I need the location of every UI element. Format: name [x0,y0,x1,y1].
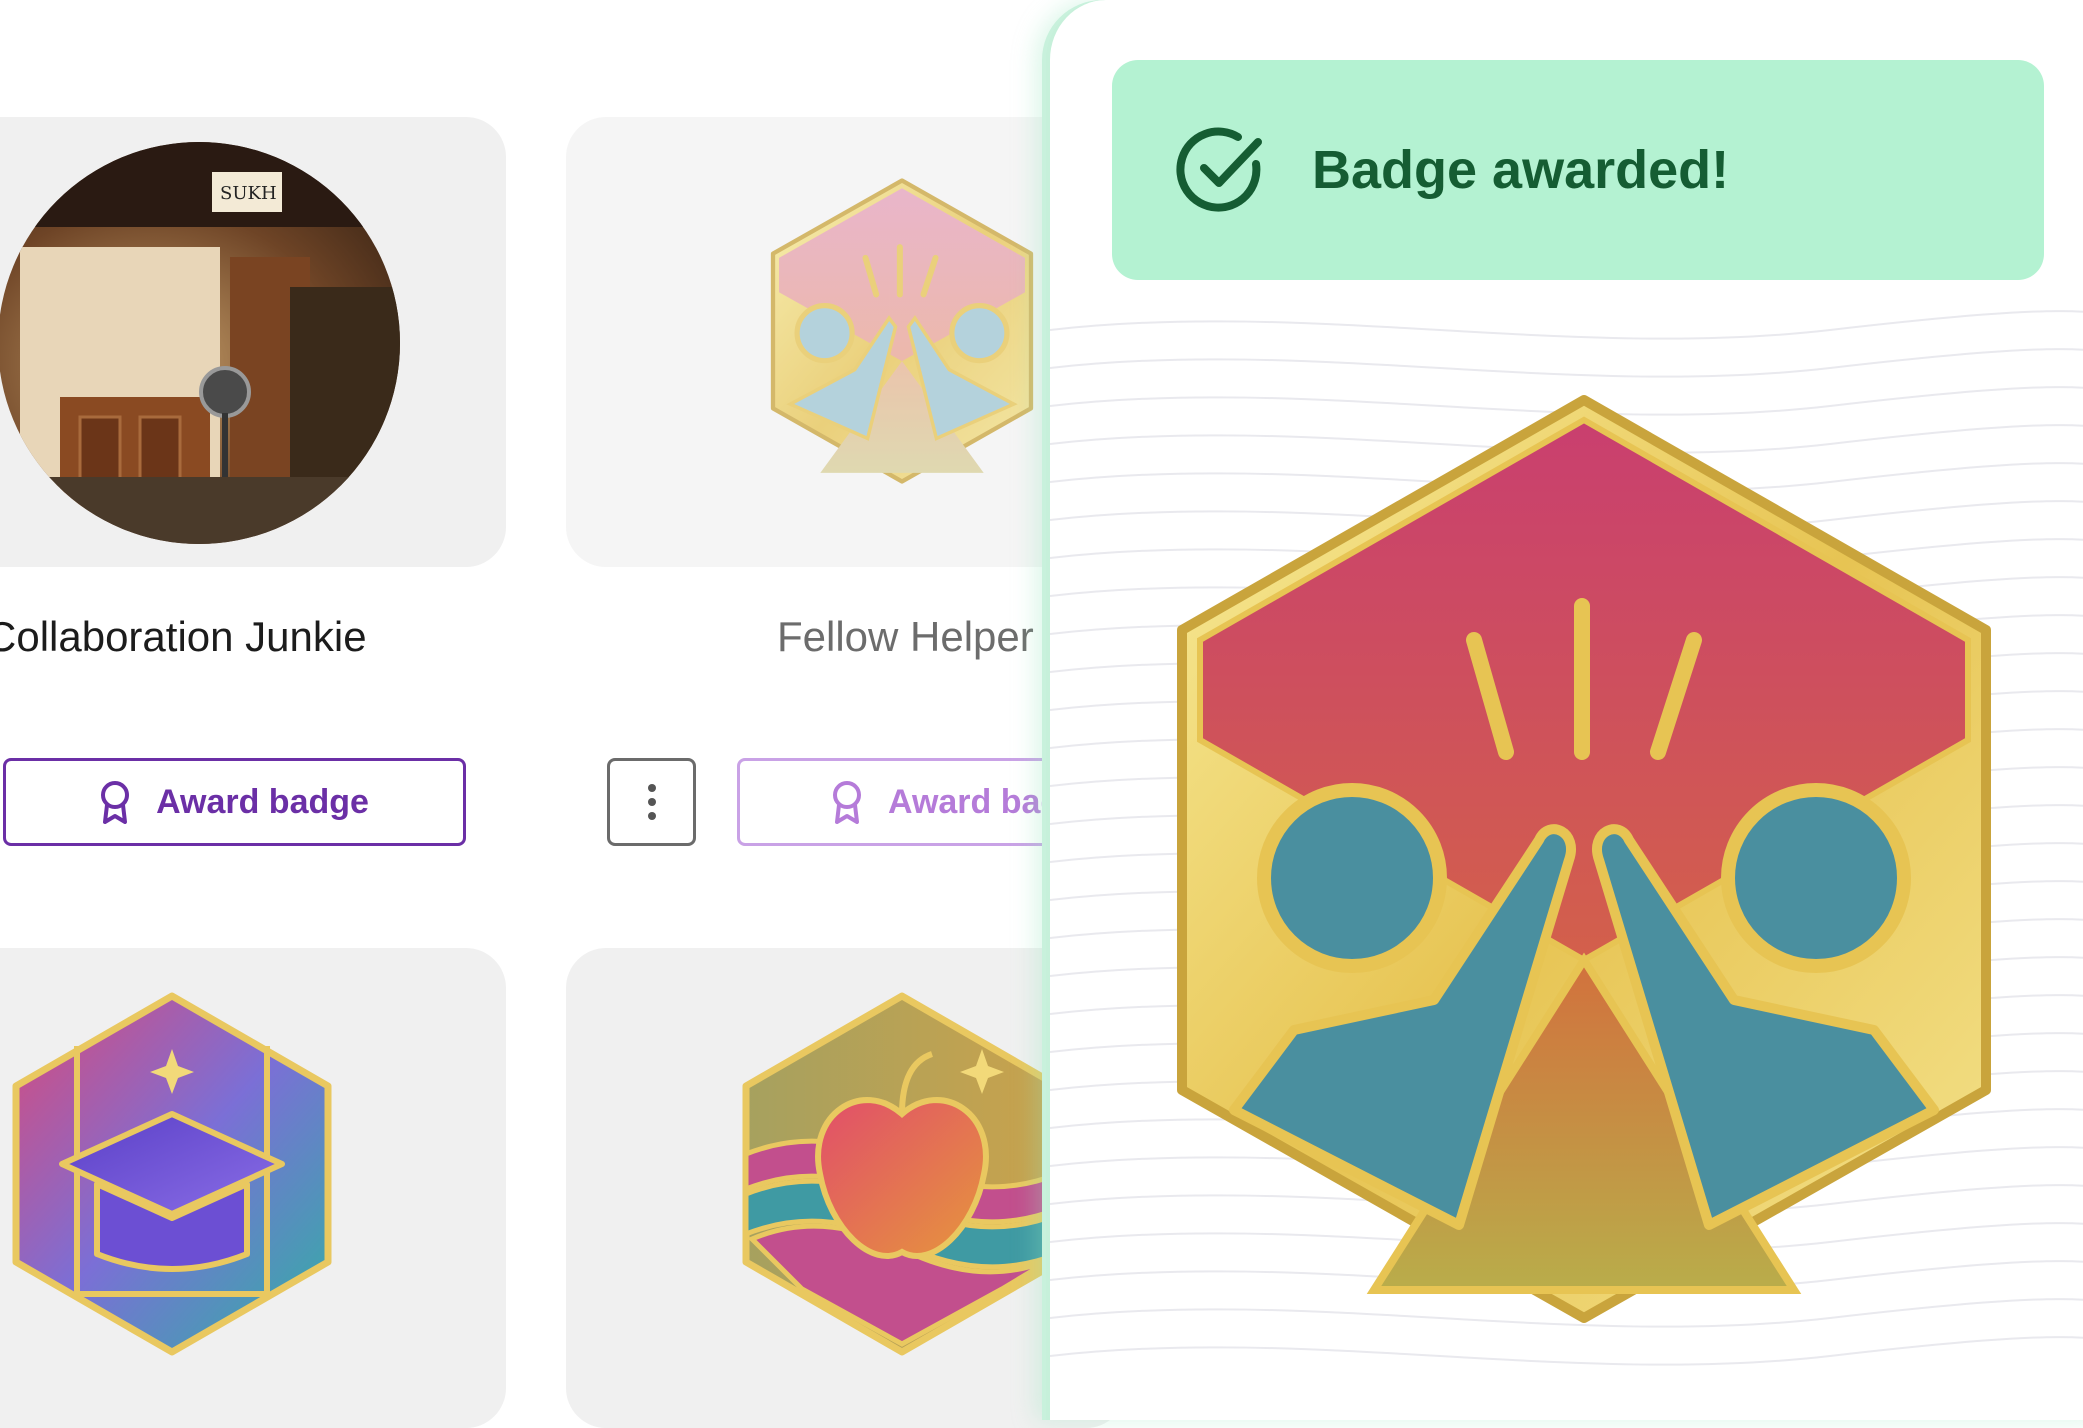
graduation-cap-badge [12,992,332,1356]
award-badge-button[interactable]: Award badge [3,758,466,846]
badge-title: Collaboration Junkie [0,613,367,660]
badge-card-image [566,948,1126,1428]
svg-text:SUKH: SUKH [220,183,277,204]
badge-card-image: SUKH [0,117,506,567]
storefront-photo: SUKH [0,142,400,544]
more-options-button[interactable] [607,758,696,846]
award-badge-label: Award badge [156,782,369,821]
high-five-badge [770,178,1034,484]
high-five-badge [1177,395,1991,1323]
kebab-dot-icon [647,784,656,792]
kebab-dot-icon [647,812,656,820]
award-ribbon-icon [833,781,861,824]
kebab-dot-icon [647,798,656,806]
badge-title: Fellow Helper [777,613,1034,660]
badge-awarded-panel: Badge awarded! [1046,0,2083,1420]
badge-card-image [0,948,506,1428]
apple-badge [742,992,1062,1356]
award-ribbon-icon [101,781,130,824]
badge-card-image [566,117,1126,567]
